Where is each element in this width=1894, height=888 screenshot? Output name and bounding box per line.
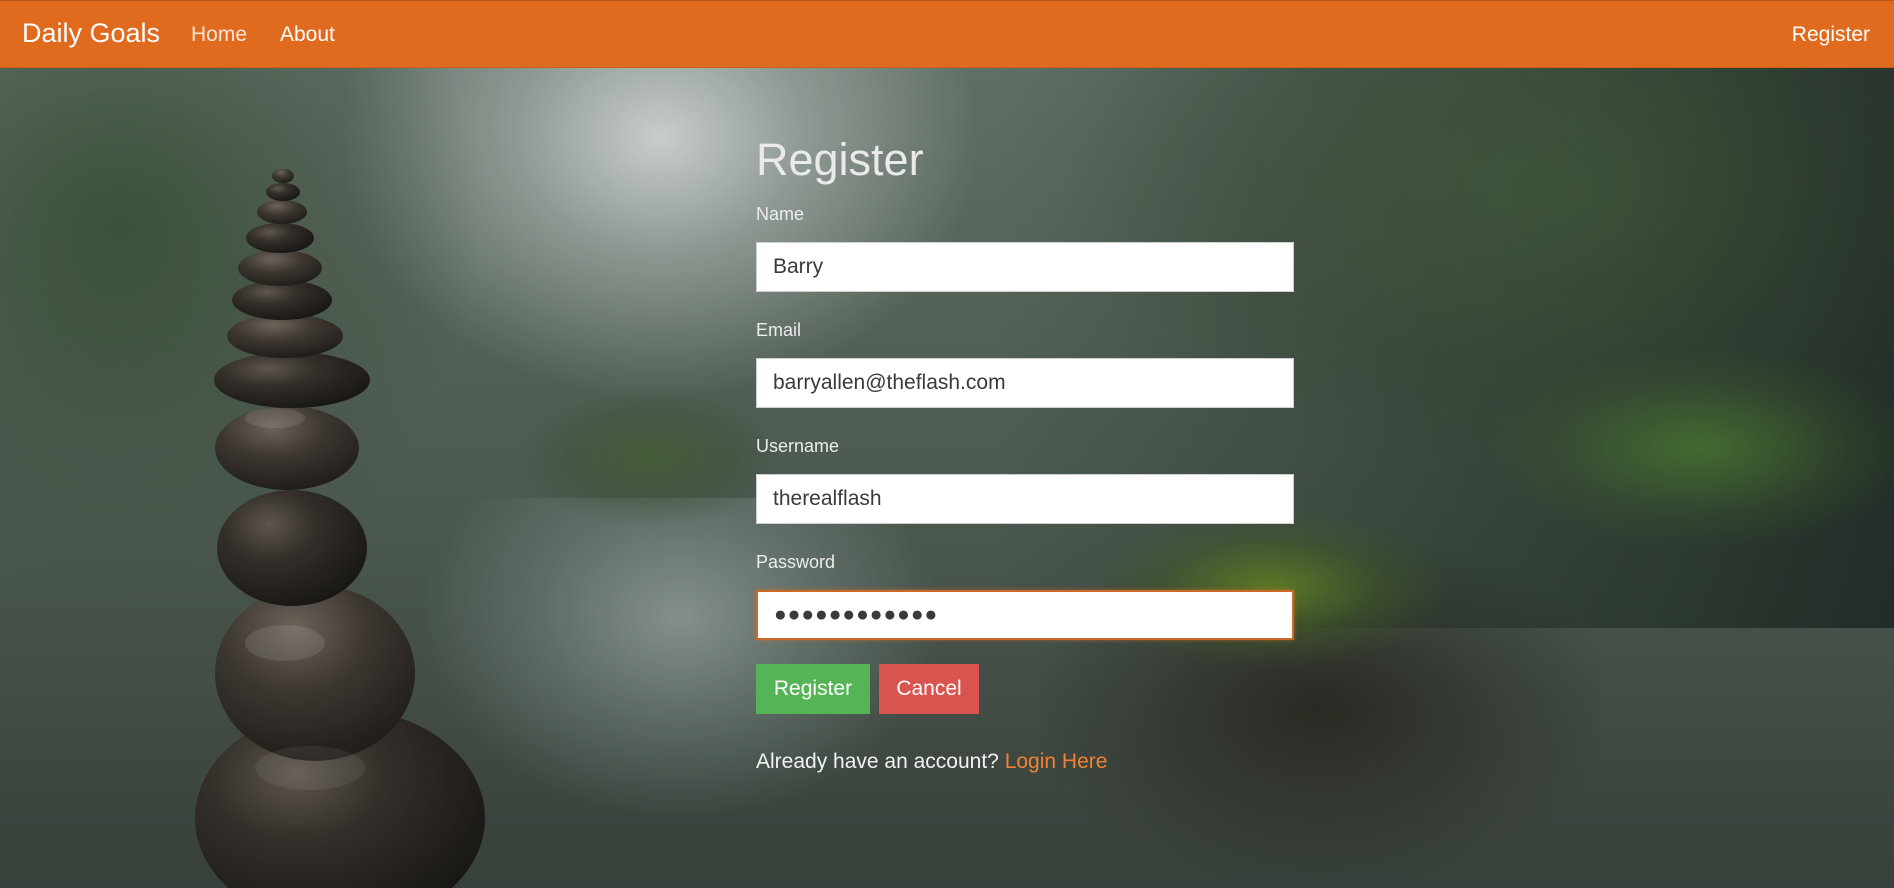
nav-home-link[interactable]: Home bbox=[191, 23, 247, 47]
login-prompt: Already have an account? Login Here bbox=[756, 750, 1107, 774]
brand-link[interactable]: Daily Goals bbox=[22, 18, 160, 49]
email-input[interactable] bbox=[756, 358, 1294, 408]
username-input[interactable] bbox=[756, 474, 1294, 524]
register-button[interactable]: Register bbox=[756, 664, 870, 714]
username-label: Username bbox=[756, 436, 840, 456]
name-label: Name bbox=[756, 204, 805, 224]
nav-about-link[interactable]: About bbox=[280, 23, 335, 47]
email-label: Email bbox=[756, 320, 802, 340]
name-input[interactable] bbox=[756, 242, 1294, 292]
password-label: Password bbox=[756, 552, 836, 572]
cancel-button[interactable]: Cancel bbox=[879, 664, 979, 714]
login-link[interactable]: Login Here bbox=[1005, 750, 1108, 773]
password-input[interactable] bbox=[756, 590, 1294, 640]
form-title: Register bbox=[756, 134, 924, 185]
top-navbar: Daily Goals Home About Register bbox=[0, 0, 1894, 68]
login-prompt-text: Already have an account? bbox=[756, 750, 999, 773]
nav-register-link[interactable]: Register bbox=[1792, 23, 1870, 47]
